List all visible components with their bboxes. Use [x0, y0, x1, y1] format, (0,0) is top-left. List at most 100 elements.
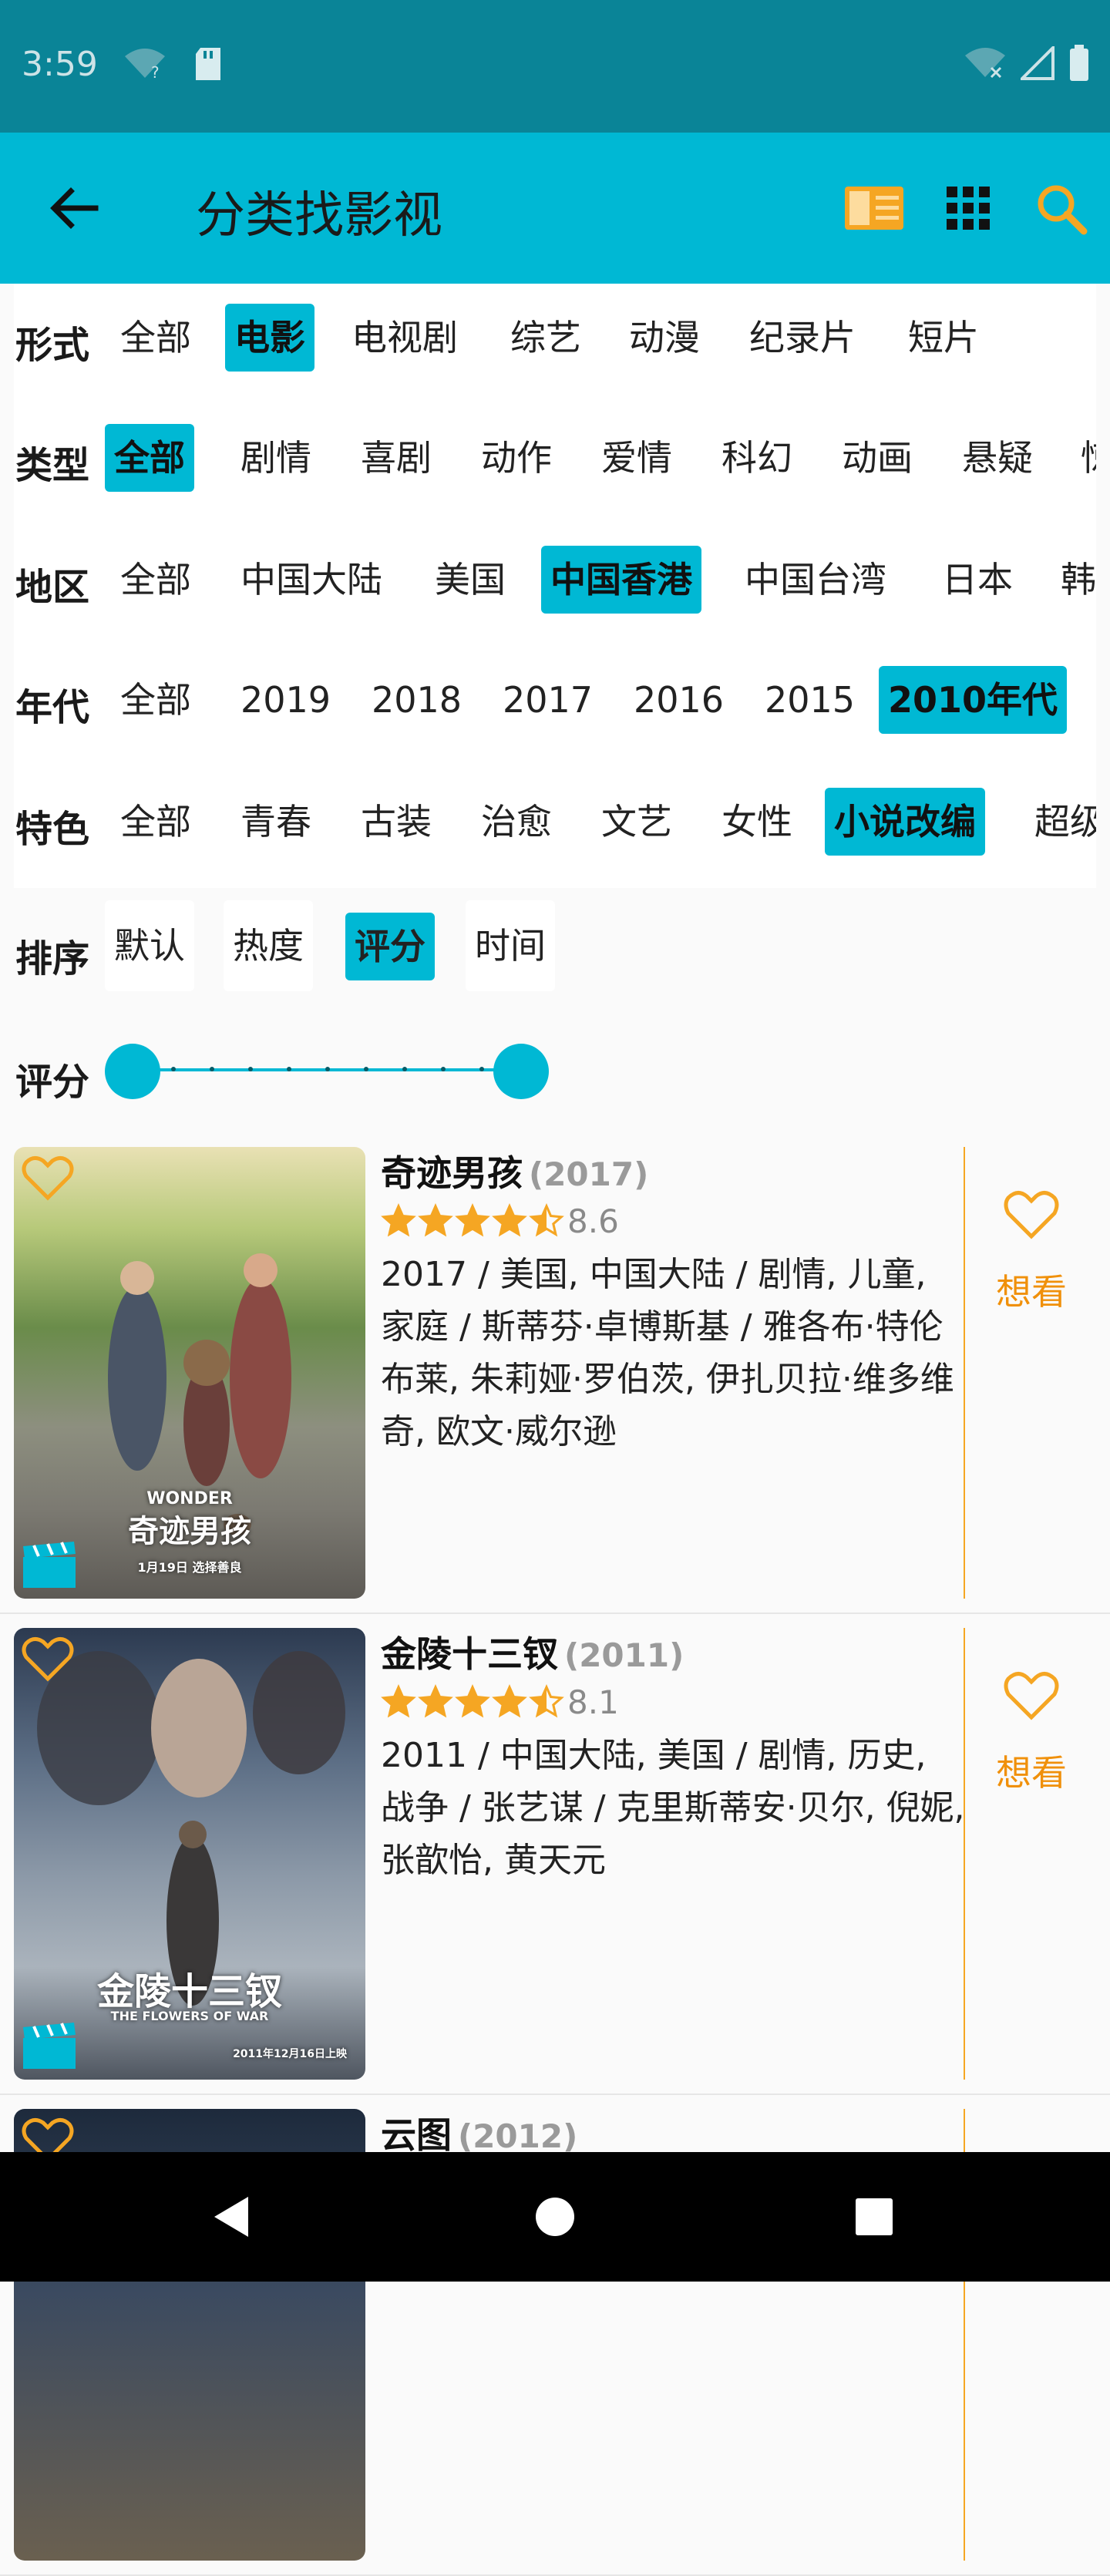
home-circle-icon[interactable] — [527, 2189, 583, 2245]
star-full-icon — [418, 1203, 453, 1237]
list-view-icon[interactable] — [843, 180, 905, 236]
movie-list-item[interactable]: WONDER 奇迹男孩 1月19日 选择善良 奇迹男孩 (2017) 8.6 20… — [0, 1133, 1110, 1614]
chip-era-2018[interactable]: 2018 — [362, 666, 471, 734]
rating-slider-max-thumb[interactable] — [493, 1044, 549, 1099]
chip-region-japan[interactable]: 日本 — [933, 546, 1022, 614]
slider-tick — [364, 1067, 368, 1071]
chip-feature-healing[interactable]: 治愈 — [472, 788, 561, 856]
movie-title: 金陵十三钗 — [381, 1633, 558, 1675]
chip-genre-animation[interactable]: 动画 — [832, 424, 922, 492]
slider-tick — [441, 1067, 446, 1071]
star-half-icon — [529, 1684, 564, 1718]
movie-score: 8.6 — [567, 1202, 619, 1240]
movie-rating: 8.1 — [381, 1680, 967, 1723]
movie-poster[interactable]: 金陵十三钗 THE FLOWERS OF WAR 2011年12月16日上映 — [14, 1628, 365, 2080]
wifi-question-icon: ? — [125, 49, 165, 81]
chip-genre-scifi[interactable]: 科幻 — [712, 424, 802, 492]
filter-label-feature: 特色 — [15, 808, 90, 851]
heart-outline-icon[interactable] — [20, 1152, 76, 1202]
chip-feature-all[interactable]: 全部 — [111, 788, 200, 856]
chip-genre-thriller[interactable]: 惊 — [1071, 424, 1096, 492]
slider-tick — [287, 1067, 291, 1071]
chip-form-tv[interactable]: 电视剧 — [342, 304, 467, 372]
sort-popularity[interactable]: 热度 — [224, 900, 313, 991]
grid-view-icon[interactable] — [937, 180, 999, 236]
want-to-watch-button[interactable]: 想看 — [977, 1668, 1085, 1822]
sort-label: 排序 — [15, 937, 90, 980]
back-triangle-icon[interactable] — [205, 2189, 261, 2245]
sd-card-icon — [196, 48, 220, 80]
chip-era-2017[interactable]: 2017 — [493, 666, 602, 734]
filter-label-genre: 类型 — [15, 444, 90, 487]
chip-form-all[interactable]: 全部 — [111, 304, 200, 372]
chip-era-2019[interactable]: 2019 — [231, 666, 340, 734]
filter-row-genre: 类型 全部 剧情 喜剧 动作 爱情 科幻 动画 悬疑 惊 — [14, 419, 1096, 492]
movie-list-item[interactable]: 金陵十三钗 THE FLOWERS OF WAR 2011年12月16日上映 金… — [0, 1614, 1110, 2095]
sort-default[interactable]: 默认 — [105, 900, 194, 991]
chip-feature-costume[interactable]: 古装 — [352, 788, 441, 856]
chip-genre-action[interactable]: 动作 — [472, 424, 561, 492]
recents-square-icon[interactable] — [846, 2189, 902, 2245]
star-rating — [381, 1684, 564, 1720]
sort-rating[interactable]: 评分 — [345, 913, 435, 980]
chip-region-all[interactable]: 全部 — [111, 546, 200, 614]
chip-feature-youth[interactable]: 青春 — [231, 788, 321, 856]
chip-genre-mystery[interactable]: 悬疑 — [953, 424, 1042, 492]
back-arrow-icon[interactable] — [43, 177, 105, 239]
rating-label: 评分 — [15, 1061, 90, 1104]
filter-row-form: 形式 全部 电影 电视剧 综艺 动漫 纪录片 短片 — [14, 299, 1096, 372]
chip-feature-female[interactable]: 女性 — [712, 788, 802, 856]
chip-region-hongkong[interactable]: 中国香港 — [541, 546, 701, 614]
filter-label-era: 年代 — [15, 686, 90, 729]
signal-icon — [1021, 46, 1054, 80]
slider-tick — [210, 1067, 214, 1071]
chip-region-mainland[interactable]: 中国大陆 — [231, 546, 392, 614]
chip-era-2015[interactable]: 2015 — [755, 666, 864, 734]
movie-info: 云图 (2012) — [381, 2107, 967, 2158]
chip-era-2016[interactable]: 2016 — [624, 666, 733, 734]
wifi-off-icon — [965, 48, 1005, 79]
chip-form-short[interactable]: 短片 — [899, 304, 988, 372]
chip-era-all[interactable]: 全部 — [111, 666, 200, 734]
star-rating — [381, 1203, 564, 1239]
chip-genre-comedy[interactable]: 喜剧 — [352, 424, 441, 492]
svg-text:?: ? — [151, 63, 160, 81]
filter-row-feature: 特色 全部 青春 古装 治愈 文艺 女性 小说改编 超级 — [14, 783, 1096, 856]
search-icon[interactable] — [1031, 180, 1093, 236]
star-full-icon — [381, 1203, 416, 1237]
chip-region-taiwan[interactable]: 中国台湾 — [735, 546, 896, 614]
chip-feature-literary[interactable]: 文艺 — [592, 788, 681, 856]
movie-title: 云图 — [381, 2114, 452, 2156]
slider-tick — [325, 1067, 330, 1071]
sort-time[interactable]: 时间 — [466, 900, 555, 991]
star-full-icon — [492, 1203, 527, 1237]
chip-feature-novel[interactable]: 小说改编 — [825, 788, 985, 856]
rating-slider-min-thumb[interactable] — [105, 1044, 160, 1099]
slider-tick — [248, 1067, 253, 1071]
chip-genre-romance[interactable]: 爱情 — [592, 424, 681, 492]
chip-feature-super[interactable]: 超级 — [1025, 788, 1096, 856]
chip-form-documentary[interactable]: 纪录片 — [740, 304, 865, 372]
chip-genre-all[interactable]: 全部 — [105, 424, 194, 492]
movie-score: 8.1 — [567, 1683, 619, 1721]
movie-title: 奇迹男孩 — [381, 1152, 523, 1194]
movie-poster[interactable]: WONDER 奇迹男孩 1月19日 选择善良 — [14, 1147, 365, 1599]
chip-region-usa[interactable]: 美国 — [426, 546, 515, 614]
divider — [964, 1628, 965, 2080]
chip-region-korea[interactable]: 韩 — [1051, 546, 1096, 614]
app-bar: 分类找影视 — [0, 133, 1110, 284]
movie-info: 金陵十三钗 (2011) 8.1 2011 / 中国大陆, 美国 / 剧情, 历史… — [381, 1626, 967, 1887]
filter-label-form: 形式 — [15, 324, 90, 367]
rating-filter: 评分 — [0, 1033, 1110, 1110]
chip-form-variety[interactable]: 综艺 — [501, 304, 590, 372]
chip-era-2010s[interactable]: 2010年代 — [879, 666, 1068, 734]
chip-form-movie[interactable]: 电影 — [225, 304, 314, 372]
chip-form-anime[interactable]: 动漫 — [620, 304, 709, 372]
want-to-watch-button[interactable]: 想看 — [977, 1187, 1085, 1341]
heart-outline-icon[interactable] — [20, 1633, 76, 1683]
filter-label-region: 地区 — [15, 566, 90, 609]
chip-genre-drama[interactable]: 剧情 — [231, 424, 321, 492]
rating-slider-track[interactable] — [133, 1067, 521, 1071]
star-full-icon — [492, 1684, 527, 1718]
battery-icon — [1070, 45, 1088, 81]
